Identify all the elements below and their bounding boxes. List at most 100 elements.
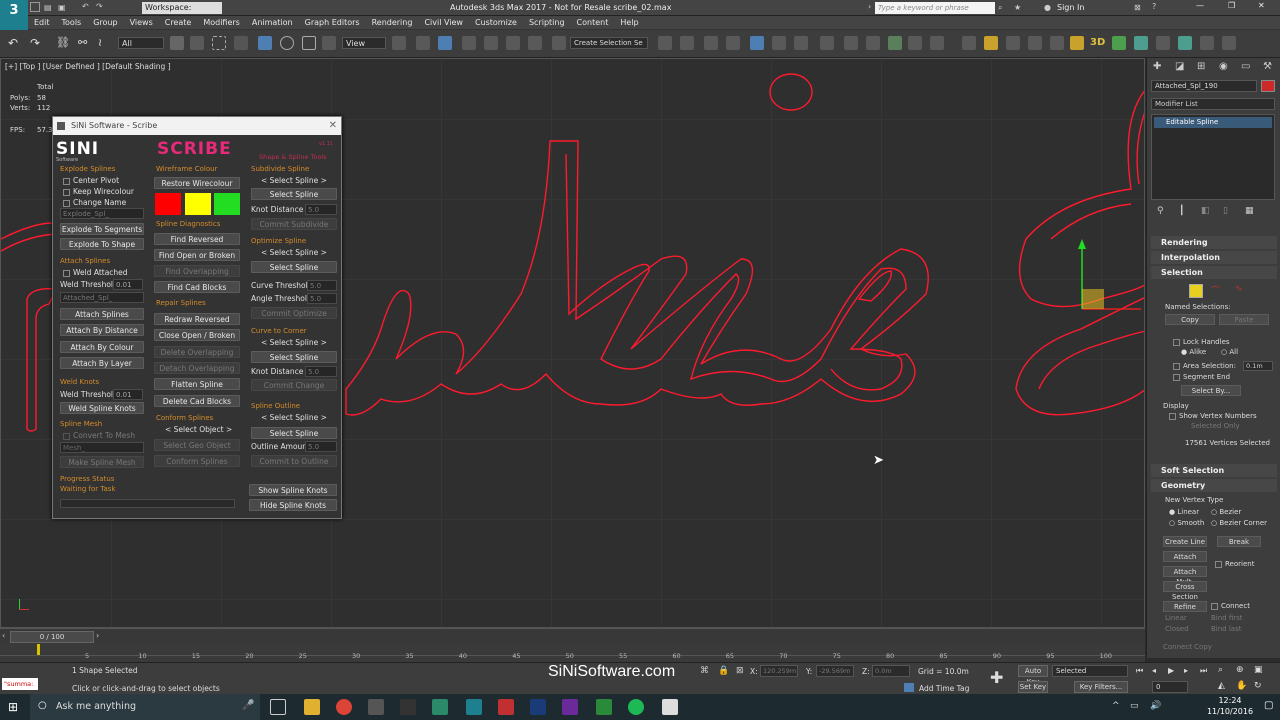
task-view-icon[interactable]	[270, 699, 286, 715]
angle-threshold-field[interactable]: 5.0	[307, 293, 337, 304]
place-icon[interactable]	[322, 36, 336, 50]
scribe-close-icon[interactable]: ✕	[329, 117, 337, 135]
rollout-rendering[interactable]: Rendering	[1151, 236, 1277, 249]
layer-explorer-icon[interactable]	[726, 36, 740, 50]
vertex-mode-icon[interactable]	[1189, 284, 1203, 298]
motion-tab-icon[interactable]: ◉	[1219, 61, 1228, 72]
segment-end-checkbox[interactable]: Segment End	[1173, 373, 1230, 381]
green-swatch[interactable]	[214, 193, 240, 215]
play-icon[interactable]: ▶	[1168, 666, 1174, 675]
redo-icon[interactable]: ↷	[30, 36, 40, 50]
zoom-icon[interactable]: ⌕	[1218, 665, 1223, 675]
curve-threshold-field[interactable]: 5.0	[307, 280, 337, 291]
attach-splines-button[interactable]: Attach Splines	[60, 308, 144, 320]
selection-filter-dropdown[interactable]: All	[118, 37, 164, 49]
rotate-icon[interactable]	[280, 36, 294, 50]
spinner-snap-icon[interactable]	[528, 36, 542, 50]
helper-icon[interactable]	[1050, 36, 1064, 50]
menu-rendering[interactable]: Rendering	[366, 16, 419, 30]
attached-name-field[interactable]: Attached_Spl_	[60, 292, 144, 303]
rendered-frame-icon[interactable]	[866, 36, 880, 50]
cortana-search-box[interactable]: ○ Ask me anything 🎤	[30, 694, 260, 720]
show-vertex-numbers-checkbox[interactable]: Show Vertex Numbers	[1169, 412, 1257, 420]
bind-first-checkbox[interactable]: Bind first	[1211, 614, 1243, 622]
menu-content[interactable]: Content	[571, 16, 615, 30]
select-spline-a-button[interactable]: Select Spline	[251, 188, 337, 200]
edit-named-selection-icon[interactable]	[552, 36, 566, 50]
next-frame-icon[interactable]: ›	[96, 631, 99, 640]
rollout-soft-selection[interactable]: Soft Selection	[1151, 464, 1277, 477]
find-open-or-broken-button[interactable]: Find Open or Broken	[154, 249, 240, 261]
outline-amount-field[interactable]: 5.0	[305, 441, 337, 452]
attach-by-colour-button[interactable]: Attach By Colour	[60, 341, 144, 353]
zoom-all-icon[interactable]: ⊕	[1236, 665, 1244, 675]
change-name-checkbox[interactable]: Change Name	[63, 198, 126, 207]
rollout-geometry[interactable]: Geometry	[1151, 479, 1277, 492]
connect-checkbox[interactable]: Connect	[1211, 602, 1250, 610]
time-tag-icon[interactable]	[904, 683, 914, 692]
select-spline-b-button[interactable]: Select Spline	[251, 261, 337, 273]
tray-chevron-icon[interactable]: ^	[1112, 701, 1120, 711]
modify-tab-icon[interactable]: ◪	[1175, 61, 1184, 72]
lock-handles-checkbox[interactable]: Lock Handles	[1173, 338, 1230, 346]
weld-spline-knots-button[interactable]: Weld Spline Knots	[60, 402, 144, 414]
yellow-swatch[interactable]	[185, 193, 211, 215]
photoshop-icon[interactable]	[530, 699, 546, 715]
windows-start-icon[interactable]: ⊞	[8, 700, 18, 714]
close-open-broken-button[interactable]: Close Open / Broken	[154, 329, 240, 341]
pivot-center-icon[interactable]	[392, 36, 406, 50]
explode-to-shape-button[interactable]: Explode To Shape	[60, 238, 144, 250]
field-of-view-icon[interactable]: ◭	[1218, 681, 1225, 691]
spline-tools-icon[interactable]	[1178, 36, 1192, 50]
redo-icon[interactable]: ↷	[96, 2, 103, 11]
maxscript-listener-input[interactable]: "summa:	[2, 678, 38, 690]
stack-item-editable-spline[interactable]: Editable Spline	[1154, 117, 1272, 128]
scripts-icon[interactable]	[1134, 36, 1148, 50]
scribe-dialog[interactable]: SiNi Software - Scribe ✕ SINI Software S…	[52, 116, 342, 519]
curve-editor-icon[interactable]	[772, 36, 786, 50]
filezilla-icon[interactable]	[498, 699, 514, 715]
schematic-view-icon[interactable]	[794, 36, 808, 50]
knot-distance-field[interactable]: 5.0	[305, 204, 337, 215]
find-overlapping-button[interactable]: Find Overlapping	[154, 265, 240, 277]
utilities-tab-icon[interactable]: ⚒	[1263, 61, 1272, 72]
menu-views[interactable]: Views	[124, 16, 159, 30]
minimize-icon[interactable]: —	[1196, 1, 1204, 10]
workspace-dropdown[interactable]: Workspace: Default	[142, 2, 222, 24]
orbit-icon[interactable]: ↻	[1254, 681, 1262, 691]
select-spline-d-button[interactable]: Select Spline	[251, 427, 337, 439]
configure-sets-icon[interactable]: ▦	[1245, 206, 1254, 216]
add-time-tag-button[interactable]: Add Time Tag	[919, 684, 969, 693]
mesh-name-field[interactable]: Mesh_	[60, 442, 144, 453]
weld-threshold2-field[interactable]: 0.01	[113, 389, 143, 400]
undo-icon[interactable]: ↶	[82, 2, 89, 11]
time-slider-thumb[interactable]: 0 / 100	[10, 631, 94, 643]
chrome-icon[interactable]	[336, 699, 352, 715]
hierarchy-tab-icon[interactable]: ⊞	[1197, 61, 1205, 72]
bind-last-checkbox[interactable]: Bind last	[1211, 625, 1241, 633]
commit-subdivide-button[interactable]: Commit Subdivide	[251, 218, 337, 230]
break-button[interactable]: Break	[1217, 536, 1261, 547]
plugin-icon[interactable]	[1156, 36, 1170, 50]
find-reversed-button[interactable]: Find Reversed	[154, 233, 240, 245]
current-frame-field[interactable]: 0	[1152, 681, 1188, 693]
restore-wirecolour-button[interactable]: Restore Wirecolour	[154, 177, 240, 189]
object-color-swatch[interactable]	[1261, 80, 1275, 92]
reference-coordinate-dropdown[interactable]: View	[342, 37, 386, 49]
folder-icon[interactable]	[1070, 36, 1084, 50]
reorient-checkbox[interactable]: Reorient	[1215, 560, 1254, 568]
volume-icon[interactable]: 🔊	[1150, 701, 1161, 711]
render-setup-icon[interactable]	[844, 36, 858, 50]
search-input[interactable]: Type a keyword or phrase	[875, 2, 995, 14]
save-icon[interactable]: ▣	[58, 3, 66, 12]
isolate-selection-icon[interactable]: ⌘	[700, 666, 709, 676]
user-icon[interactable]: ●	[1044, 3, 1051, 12]
display-tab-icon[interactable]: ▭	[1241, 61, 1250, 72]
conform-splines-button[interactable]: Conform Splines	[154, 455, 240, 467]
snaps-toggle-icon[interactable]	[462, 36, 476, 50]
ribbon-icon[interactable]	[750, 36, 764, 50]
make-spline-mesh-button[interactable]: Make Spline Mesh	[60, 456, 144, 468]
select-geo-object-button[interactable]: Select Geo Object	[154, 439, 240, 451]
sun-icon[interactable]	[984, 36, 998, 50]
render-cloud-icon[interactable]	[930, 36, 944, 50]
